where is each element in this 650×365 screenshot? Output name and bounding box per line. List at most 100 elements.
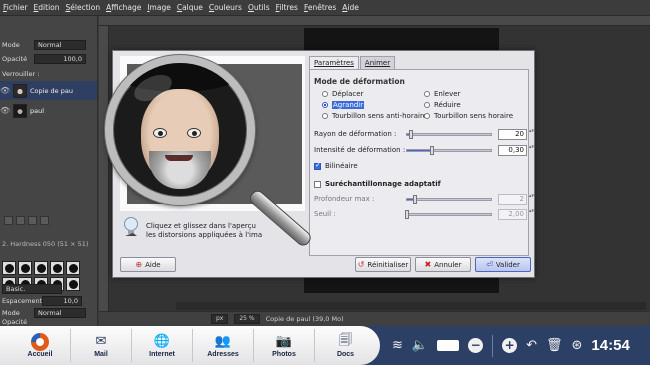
spacing-field[interactable]: 10,0 bbox=[42, 296, 82, 306]
delete-layer-button[interactable] bbox=[40, 216, 49, 225]
duplicate-layer-button[interactable] bbox=[28, 216, 37, 225]
radio-agrandir[interactable]: Agrandir bbox=[322, 101, 365, 109]
undo-icon[interactable]: ↶ bbox=[526, 338, 537, 353]
taskbar-photos[interactable]: 📷 Photos bbox=[254, 329, 315, 362]
spacing-row: Espacement 10,0 bbox=[2, 296, 82, 306]
brush-preset-select[interactable]: Basic. bbox=[2, 284, 62, 294]
tool-mode-label: Mode bbox=[2, 309, 20, 317]
brush-swatch[interactable] bbox=[34, 261, 48, 275]
max-depth-spinbox[interactable]: 2 bbox=[498, 193, 534, 205]
menu-fenetres[interactable]: Fenêtres bbox=[304, 3, 336, 12]
taskbar-adresses[interactable]: 👥 Adresses bbox=[193, 329, 254, 362]
tab-animer[interactable]: Animer bbox=[359, 56, 396, 69]
radio-tourbillon-anti-horaire[interactable]: Tourbillon sens anti-horaire bbox=[322, 112, 427, 120]
menu-outils[interactable]: Outils bbox=[248, 3, 270, 12]
brush-swatch[interactable] bbox=[66, 277, 80, 291]
intensity-spinbox[interactable]: 0,30 bbox=[498, 144, 534, 156]
taskbar-label: Photos bbox=[272, 350, 296, 358]
threshold-slider[interactable] bbox=[405, 209, 492, 219]
radius-slider[interactable] bbox=[406, 129, 492, 139]
radio-enlever[interactable]: Enlever bbox=[424, 90, 460, 98]
cancel-icon: ✖ bbox=[424, 259, 432, 269]
slider-handle[interactable] bbox=[409, 129, 414, 139]
radio-deplacer[interactable]: Déplacer bbox=[322, 90, 363, 98]
max-depth-label: Profondeur max : bbox=[314, 195, 375, 203]
radius-spinbox[interactable]: 20 bbox=[498, 128, 534, 140]
layer-opacity-label: Opacité bbox=[2, 55, 28, 63]
radio-dot bbox=[322, 102, 328, 108]
intensity-label: Intensité de déformation : bbox=[314, 146, 406, 154]
tab-parametres-label: Paramètres bbox=[314, 59, 354, 67]
vertical-ruler bbox=[99, 26, 109, 326]
zoom-out-icon[interactable]: − bbox=[468, 338, 484, 353]
taskbar-mail[interactable]: ✉ Mail bbox=[71, 329, 132, 362]
visibility-eye-icon[interactable]: 👁 bbox=[0, 106, 10, 115]
volume-icon[interactable]: 🔈 bbox=[412, 338, 428, 353]
menu-aide[interactable]: Aide bbox=[342, 3, 359, 12]
tool-mode-select[interactable]: Normal bbox=[34, 308, 86, 318]
menu-couleurs[interactable]: Couleurs bbox=[209, 3, 242, 12]
horizontal-scrollbar[interactable] bbox=[176, 302, 646, 310]
supersampling-checkbox[interactable]: Suréchantillonnage adaptatif bbox=[314, 180, 441, 188]
menu-calque[interactable]: Calque bbox=[177, 3, 203, 12]
wifi-icon[interactable]: ≋ bbox=[392, 338, 403, 353]
menu-edition[interactable]: Edition bbox=[34, 3, 60, 12]
layer-opacity-field[interactable]: 100,0 bbox=[34, 54, 86, 64]
slider-fill bbox=[407, 149, 433, 151]
slider-handle[interactable] bbox=[430, 145, 435, 155]
brush-swatch[interactable] bbox=[2, 261, 16, 275]
layer-row[interactable]: 👁 paul bbox=[0, 101, 97, 120]
bilinear-checkbox[interactable]: Bilinéaire bbox=[314, 161, 358, 170]
radio-tourbillon-horaire[interactable]: Tourbillon sens horaire bbox=[424, 112, 513, 120]
layer-row[interactable]: 👁 Copie de pau bbox=[0, 81, 97, 100]
brush-swatch[interactable] bbox=[18, 261, 32, 275]
visibility-eye-icon[interactable]: 👁 bbox=[0, 86, 10, 95]
menu-selection[interactable]: Sélection bbox=[66, 3, 101, 12]
tab-parametres[interactable]: Paramètres bbox=[309, 56, 359, 69]
radio-reduire[interactable]: Réduire bbox=[424, 101, 461, 109]
unit-select[interactable]: px bbox=[211, 314, 229, 324]
ok-button[interactable]: ⏎ Valider bbox=[475, 257, 531, 272]
help-button[interactable]: ⊕ Aide bbox=[120, 257, 176, 272]
max-depth-slider[interactable] bbox=[406, 194, 492, 204]
trash-icon[interactable]: 🗑 bbox=[546, 338, 563, 353]
menu-affichage[interactable]: Affichage bbox=[106, 3, 141, 12]
intensity-slider[interactable] bbox=[406, 145, 492, 155]
brush-set-label: 2. Hardness 050 (51 × 51) bbox=[2, 240, 89, 248]
radio-label: Réduire bbox=[434, 101, 461, 109]
cancel-button[interactable]: ✖ Annuler bbox=[415, 257, 471, 272]
menu-image[interactable]: Image bbox=[147, 3, 171, 12]
taskbar-internet[interactable]: 🌐 Internet bbox=[132, 329, 193, 362]
lock-row: Verrouiller : bbox=[2, 70, 39, 78]
menu-filtres[interactable]: Filtres bbox=[276, 3, 298, 12]
taskbar-docs[interactable]: 🗐 Docs bbox=[315, 329, 376, 362]
deform-mode-title: Mode de déformation bbox=[314, 77, 405, 86]
zoom-select[interactable]: 25 % bbox=[234, 314, 260, 324]
tool-opacity-label: Opacité bbox=[2, 318, 28, 326]
tool-mode-row: Mode Normal bbox=[2, 308, 86, 318]
reset-button[interactable]: ↺ Réinitialiser bbox=[355, 257, 411, 272]
new-layer-button[interactable] bbox=[4, 216, 13, 225]
radio-label: Tourbillon sens anti-horaire bbox=[332, 112, 427, 120]
raise-layer-button[interactable] bbox=[16, 216, 25, 225]
tray-separator bbox=[492, 334, 494, 357]
battery-icon[interactable] bbox=[437, 340, 460, 351]
documents-icon: 🗐 bbox=[339, 332, 352, 348]
taskbar-label: Accueil bbox=[27, 350, 53, 358]
mail-icon: ✉ bbox=[95, 334, 107, 349]
taskbar-accueil[interactable]: Accueil bbox=[10, 329, 71, 362]
layer-mode-select[interactable]: Normal bbox=[34, 40, 86, 50]
checkbox-box bbox=[314, 161, 321, 170]
slider-handle[interactable] bbox=[413, 194, 418, 204]
radio-dot bbox=[424, 91, 430, 97]
zoom-in-icon[interactable]: + bbox=[502, 338, 518, 353]
help-lifebuoy-icon[interactable]: ⊛ bbox=[572, 338, 583, 353]
threshold-spinbox[interactable]: 2,00 bbox=[498, 208, 534, 220]
slider-handle[interactable] bbox=[405, 209, 409, 219]
menu-fichier[interactable]: Fichier bbox=[3, 3, 28, 12]
home-logo-icon bbox=[31, 332, 49, 351]
help-label: Aide bbox=[145, 260, 161, 269]
brush-swatch[interactable] bbox=[66, 261, 80, 275]
tab-animer-label: Animer bbox=[364, 59, 391, 67]
brush-swatch[interactable] bbox=[50, 261, 64, 275]
